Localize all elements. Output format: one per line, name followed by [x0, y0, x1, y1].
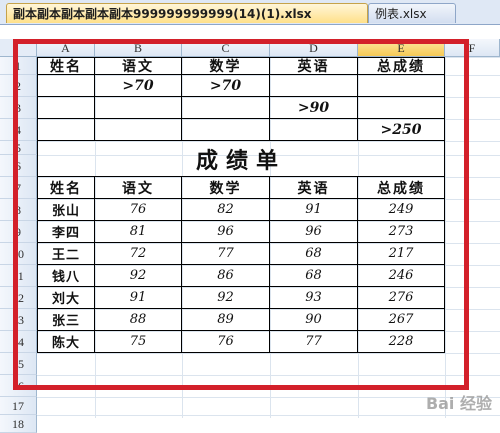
watermark-logo: Bai 经验: [425, 394, 492, 413]
tab-example-workbook[interactable]: 例表.xlsx: [368, 3, 456, 23]
tab-active-workbook[interactable]: 副本副本副本副本副本999999999999(14)(1).xlsx: [6, 3, 368, 23]
workbook-tab-strip: 副本副本副本副本副本999999999999(14)(1).xlsx 例表.xl…: [0, 0, 500, 25]
row-header-17[interactable]: 17: [0, 397, 37, 415]
spreadsheet-grid[interactable]: A B C D E F 1 2 3 4 5 6 7 8 9 10 11 12 13 14 15 16 17 18 姓名 语文 数学英…: [0, 25, 500, 433]
highlight-frame: [13, 39, 469, 390]
gridline-row: [37, 415, 500, 416]
